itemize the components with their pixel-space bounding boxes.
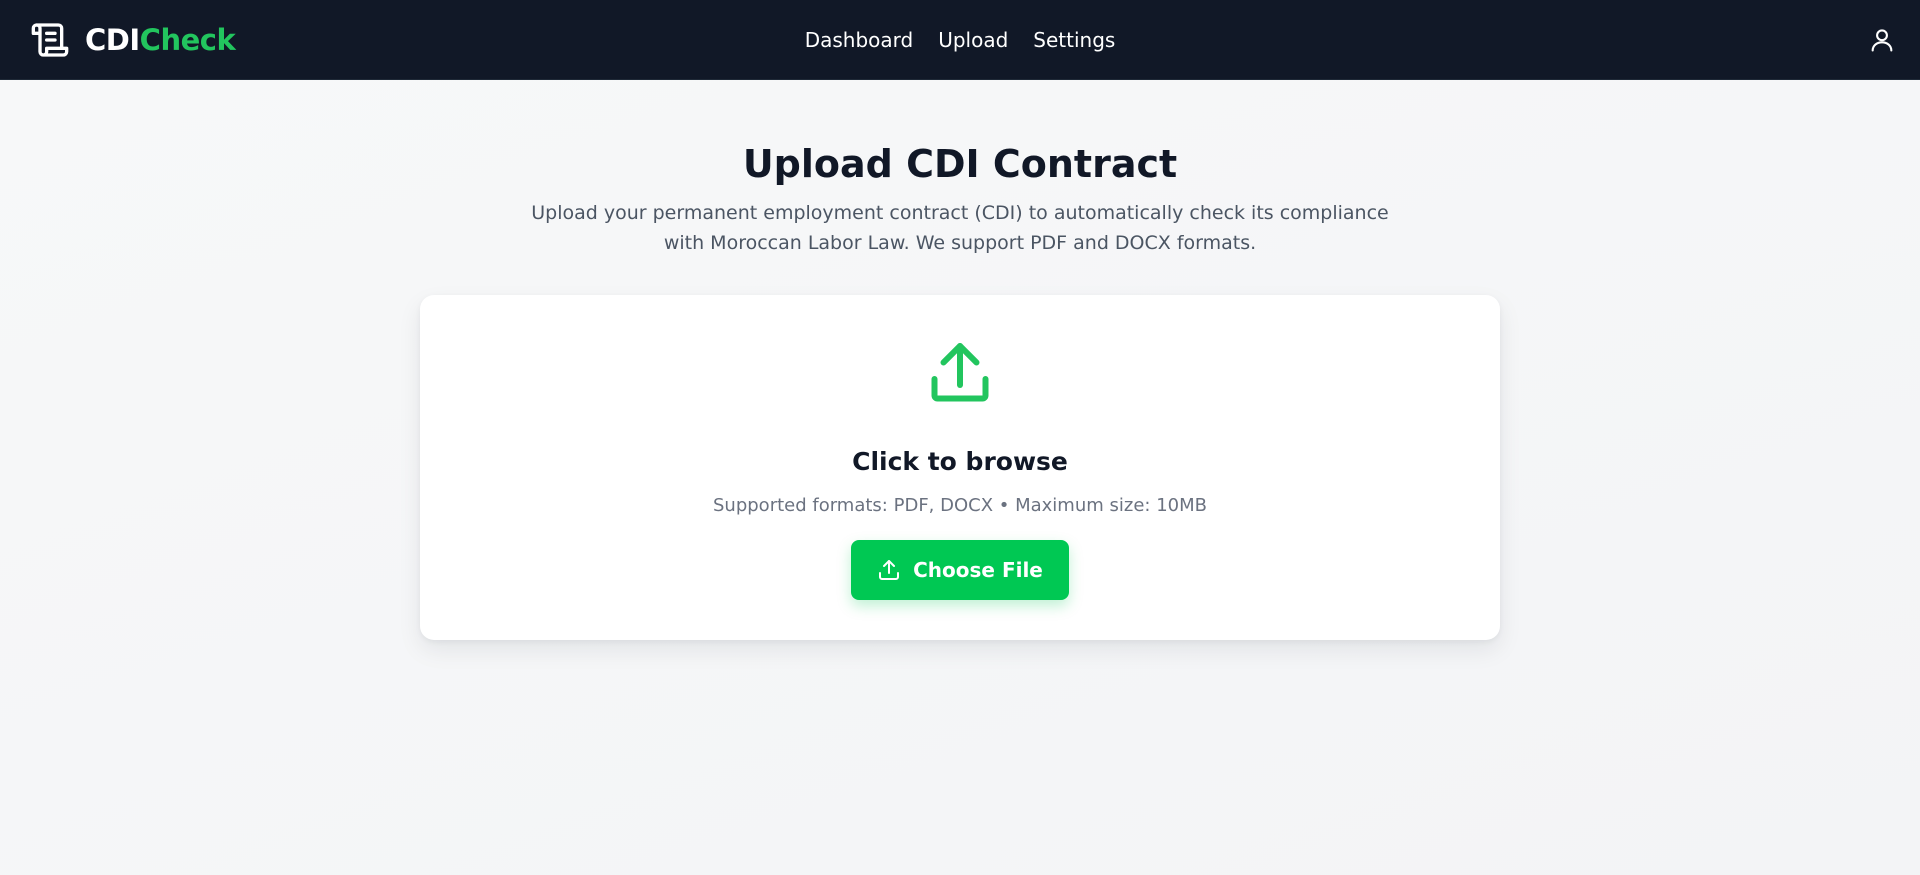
choose-file-button[interactable]: Choose File [851, 540, 1069, 600]
main-content: Upload CDI Contract Upload your permanen… [0, 80, 1920, 875]
supported-formats-text: Supported formats: PDF, DOCX • Maximum s… [713, 495, 1207, 516]
brand-name-part1: CDI [85, 23, 140, 57]
brand-name-part2: Check [139, 23, 236, 57]
top-navbar: CDICheck Dashboard Upload Settings [0, 0, 1920, 80]
brand-logo[interactable]: CDICheck [30, 20, 236, 60]
nav-link-settings[interactable]: Settings [1033, 28, 1115, 52]
scroll-icon [31, 23, 69, 57]
upload-icon [879, 560, 900, 580]
choose-file-label: Choose File [913, 558, 1043, 582]
nav-link-dashboard[interactable]: Dashboard [805, 28, 914, 52]
upload-icon [931, 343, 989, 402]
browse-title: Click to browse [852, 447, 1068, 476]
page-description: Upload your permanent employment contrac… [531, 202, 1389, 254]
user-icon[interactable] [1868, 26, 1896, 54]
upload-dropzone[interactable]: Click to browse Supported formats: PDF, … [420, 295, 1500, 640]
main-nav: Dashboard Upload Settings [0, 0, 1920, 80]
page-title: Upload CDI Contract [742, 142, 1178, 186]
brand-name: CDICheck [85, 23, 236, 57]
nav-link-upload[interactable]: Upload [938, 28, 1008, 52]
